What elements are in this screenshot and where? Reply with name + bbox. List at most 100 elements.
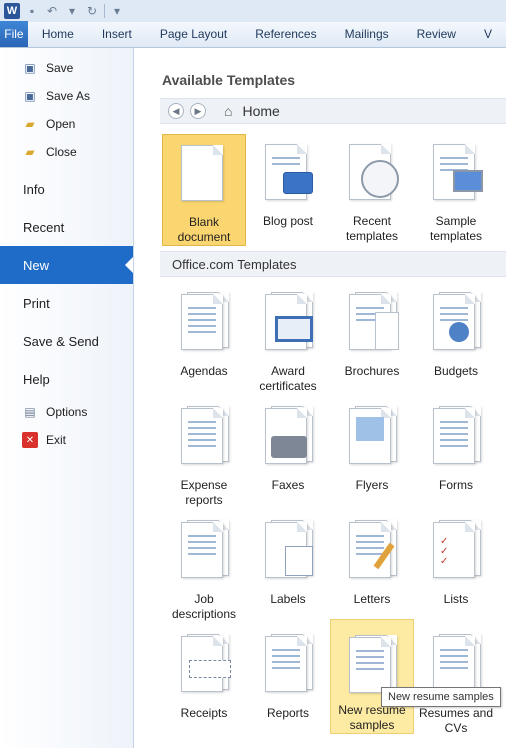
brochures-icon xyxy=(341,292,403,356)
customize-toolbar-icon[interactable]: ▾ xyxy=(109,3,125,19)
nav-label: Exit xyxy=(46,433,67,447)
templates-pane: Available Templates ◀ ▶ ⌂ Home Blank doc… xyxy=(135,48,506,748)
options-icon: ▤ xyxy=(24,405,36,419)
reports-icon xyxy=(257,634,319,698)
nav-options[interactable]: ▤ Options xyxy=(0,398,133,426)
nav-close[interactable]: ▰ Close xyxy=(0,138,133,166)
letters-icon xyxy=(341,520,403,584)
home-icon[interactable]: ⌂ xyxy=(224,103,232,119)
template-label: Budgets xyxy=(433,364,479,378)
tab-page-layout[interactable]: Page Layout xyxy=(146,21,241,47)
recent-templates-icon xyxy=(341,142,403,206)
nav-save-as[interactable]: ▣ Save As xyxy=(0,82,133,110)
template-label: Flyers xyxy=(355,478,389,492)
nav-print[interactable]: Print xyxy=(0,284,133,322)
blank-document-icon xyxy=(173,143,235,207)
template-recent-templates[interactable]: Recent templates xyxy=(330,134,414,246)
section-title: Office.com Templates xyxy=(160,251,506,277)
tab-mailings[interactable]: Mailings xyxy=(331,21,403,47)
back-arrow-icon[interactable]: ◀ xyxy=(168,103,184,119)
agendas-icon xyxy=(173,292,235,356)
nav-save-and-send[interactable]: Save & Send xyxy=(0,322,133,360)
nav-label: Close xyxy=(46,145,77,159)
tab-review[interactable]: Review xyxy=(403,21,470,47)
budgets-icon xyxy=(425,292,487,356)
forward-arrow-icon[interactable]: ▶ xyxy=(190,103,206,119)
template-label: Agendas xyxy=(180,364,228,378)
tab-view[interactable]: V xyxy=(470,21,506,47)
template-faxes[interactable]: Faxes xyxy=(246,398,330,510)
template-label: Lists xyxy=(443,592,469,606)
undo-icon[interactable]: ↶ xyxy=(44,3,60,19)
nav-recent[interactable]: Recent xyxy=(0,208,133,246)
nav-label: Save As xyxy=(46,89,91,103)
new-resume-samples-icon xyxy=(341,635,403,695)
open-folder-icon: ▰ xyxy=(25,117,35,131)
tab-file[interactable]: File xyxy=(0,21,28,47)
template-label: Receipts xyxy=(180,706,228,720)
template-label: Expense reports xyxy=(180,478,228,507)
breadcrumb-home[interactable]: Home xyxy=(242,103,279,119)
template-label: Recent templates xyxy=(345,214,399,243)
template-label: Award certificates xyxy=(259,364,317,393)
faxes-icon xyxy=(257,406,319,470)
tooltip: New resume samples xyxy=(381,687,501,707)
template-forms[interactable]: Forms xyxy=(414,398,498,510)
save-icon: ▣ xyxy=(24,61,36,75)
quick-access-toolbar: W ▪ ↶ ▾ ↻ ▾ xyxy=(0,0,506,22)
blog-post-icon xyxy=(257,142,319,206)
template-label: Resumes and CVs xyxy=(418,706,494,735)
template-brochures[interactable]: Brochures xyxy=(330,284,414,396)
template-lists[interactable]: ✓ ✓ ✓ Lists xyxy=(414,512,498,624)
template-receipts[interactable]: Receipts xyxy=(162,626,246,738)
nav-exit[interactable]: ✕ Exit xyxy=(0,426,133,454)
tab-insert[interactable]: Insert xyxy=(88,21,146,47)
exit-icon: ✕ xyxy=(22,432,38,448)
close-folder-icon: ▰ xyxy=(25,145,35,159)
template-flyers[interactable]: Flyers xyxy=(330,398,414,510)
dropdown-arrow-icon[interactable]: ▾ xyxy=(64,3,80,19)
template-label: New resume samples xyxy=(338,703,406,732)
forms-icon xyxy=(425,406,487,470)
redo-icon[interactable]: ↻ xyxy=(84,3,100,19)
template-job-descriptions[interactable]: Job descriptions xyxy=(162,512,246,624)
receipts-icon xyxy=(173,634,235,698)
labels-icon xyxy=(257,520,319,584)
template-label: Labels xyxy=(270,592,306,606)
template-award-certificates[interactable]: Award certificates xyxy=(246,284,330,396)
sample-templates-icon xyxy=(425,142,487,206)
template-label: Letters xyxy=(353,592,391,606)
tab-home[interactable]: Home xyxy=(28,21,88,47)
nav-save[interactable]: ▣ Save xyxy=(0,54,133,82)
template-new-resume-samples[interactable]: New resume samples xyxy=(330,619,414,734)
template-budgets[interactable]: Budgets xyxy=(414,284,498,396)
template-labels[interactable]: Labels xyxy=(246,512,330,624)
page-title: Available Templates xyxy=(162,72,296,88)
template-expense-reports[interactable]: Expense reports xyxy=(162,398,246,510)
lists-icon: ✓ ✓ ✓ xyxy=(425,520,487,584)
template-reports[interactable]: Reports xyxy=(246,626,330,738)
template-label: Faxes xyxy=(271,478,305,492)
save-icon[interactable]: ▪ xyxy=(24,3,40,19)
template-blank-document[interactable]: Blank document xyxy=(162,134,246,246)
template-label: Brochures xyxy=(344,364,400,378)
template-blog-post[interactable]: Blog post xyxy=(246,134,330,246)
tab-references[interactable]: References xyxy=(241,21,330,47)
nav-label: Options xyxy=(46,405,88,419)
toolbar-separator xyxy=(104,4,105,18)
save-as-icon: ▣ xyxy=(24,89,36,103)
nav-new[interactable]: New xyxy=(0,246,133,284)
nav-info[interactable]: Info xyxy=(0,170,133,208)
flyers-icon xyxy=(341,406,403,470)
template-label: Sample templates xyxy=(429,214,483,243)
template-sample-templates[interactable]: Sample templates xyxy=(414,134,498,246)
word-logo-icon[interactable]: W xyxy=(4,3,20,19)
template-letters[interactable]: Letters xyxy=(330,512,414,624)
template-label: Reports xyxy=(266,706,310,720)
template-agendas[interactable]: Agendas xyxy=(162,284,246,396)
nav-help[interactable]: Help xyxy=(0,360,133,398)
template-resumes-and-cvs[interactable]: Resumes and CVs xyxy=(414,626,498,738)
nav-open[interactable]: ▰ Open xyxy=(0,110,133,138)
template-label: Job descriptions xyxy=(171,592,237,621)
job-descriptions-icon xyxy=(173,520,235,584)
